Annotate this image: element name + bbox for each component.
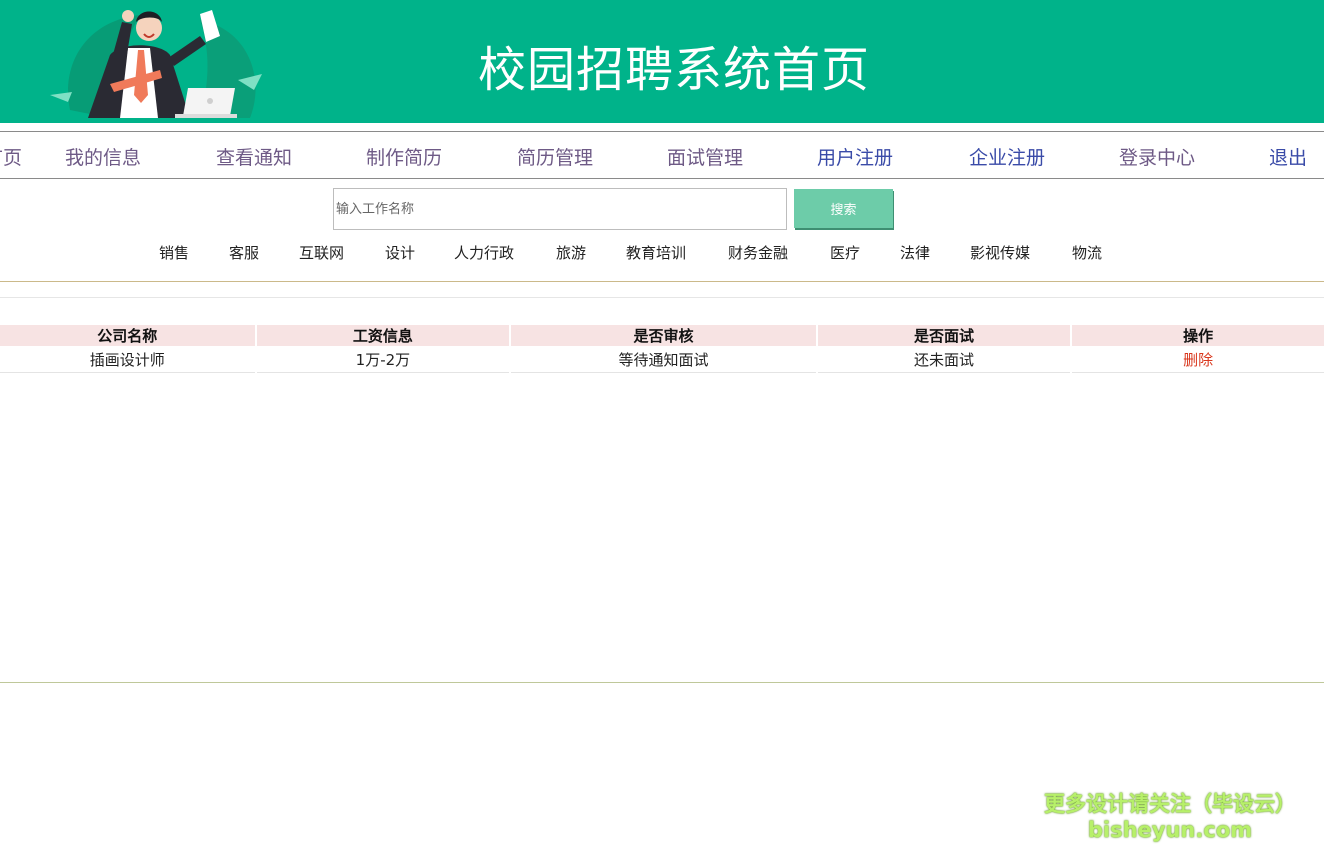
column-header-salary: 工资信息 [256, 325, 510, 346]
nav-item-home[interactable]: 首页 [0, 143, 22, 170]
column-header-review: 是否审核 [511, 325, 816, 346]
nav-item-interview-management[interactable]: 面试管理 [667, 143, 743, 170]
nav-item-my-info[interactable]: 我的信息 [65, 143, 141, 170]
watermark: 更多设计请关注（毕设云） bisheyun.com [1040, 791, 1300, 843]
main-nav: 首页 我的信息 查看通知 制作简历 简历管理 面试管理 用户注册 企业注册 登录… [0, 131, 1324, 179]
category-law[interactable]: 法律 [900, 242, 930, 263]
category-medical[interactable]: 医疗 [830, 242, 860, 263]
cell-interview-status: 还未面试 [817, 346, 1071, 373]
nav-item-resume-management[interactable]: 简历管理 [517, 143, 593, 170]
cell-review-status: 等待通知面试 [511, 346, 816, 373]
cell-company: 插画设计师 [0, 346, 255, 373]
watermark-line-1: 更多设计请关注（毕设云） [1044, 792, 1296, 816]
divider [0, 297, 1324, 298]
application-table: 公司名称 工资信息 是否审核 是否面试 操作 插画设计师 1万-2万 等待通知面… [0, 325, 1324, 373]
table-header-row: 公司名称 工资信息 是否审核 是否面试 操作 [0, 325, 1324, 346]
category-logistics[interactable]: 物流 [1072, 242, 1102, 263]
column-header-interview: 是否面试 [817, 325, 1071, 346]
delete-link[interactable]: 删除 [1072, 346, 1324, 373]
category-internet[interactable]: 互联网 [299, 242, 344, 263]
category-travel[interactable]: 旅游 [556, 242, 586, 263]
hero-illustration [50, 10, 262, 118]
category-media[interactable]: 影视传媒 [970, 242, 1030, 263]
header-banner: 校园招聘系统首页 [0, 0, 1324, 123]
category-education[interactable]: 教育培训 [626, 242, 686, 263]
footer-divider [0, 682, 1324, 683]
category-hr-admin[interactable]: 人力行政 [454, 242, 514, 263]
category-customer-service[interactable]: 客服 [229, 242, 259, 263]
nav-item-logout[interactable]: 退出 [1269, 143, 1307, 170]
job-search-input[interactable] [333, 188, 787, 230]
table-row: 插画设计师 1万-2万 等待通知面试 还未面试 删除 [0, 346, 1324, 373]
divider [0, 281, 1324, 282]
nav-item-notifications[interactable]: 查看通知 [216, 143, 292, 170]
nav-item-company-register[interactable]: 企业注册 [969, 143, 1045, 170]
column-header-company: 公司名称 [0, 325, 255, 346]
cell-salary: 1万-2万 [256, 346, 510, 373]
nav-item-make-resume[interactable]: 制作简历 [366, 143, 442, 170]
category-sales[interactable]: 销售 [159, 242, 189, 263]
search-button[interactable]: 搜索 [794, 189, 893, 228]
page: 校园招聘系统首页 首页 我的信息 查看通知 制作简历 简历管理 面试管理 用户注… [0, 0, 1324, 866]
column-header-action: 操作 [1072, 325, 1324, 346]
watermark-line-2: bisheyun.com [1087, 818, 1253, 842]
category-design[interactable]: 设计 [385, 242, 415, 263]
nav-item-login-center[interactable]: 登录中心 [1119, 143, 1195, 170]
nav-item-user-register[interactable]: 用户注册 [817, 143, 893, 170]
site-title: 校园招聘系统首页 [478, 42, 871, 98]
category-finance[interactable]: 财务金融 [728, 242, 788, 263]
